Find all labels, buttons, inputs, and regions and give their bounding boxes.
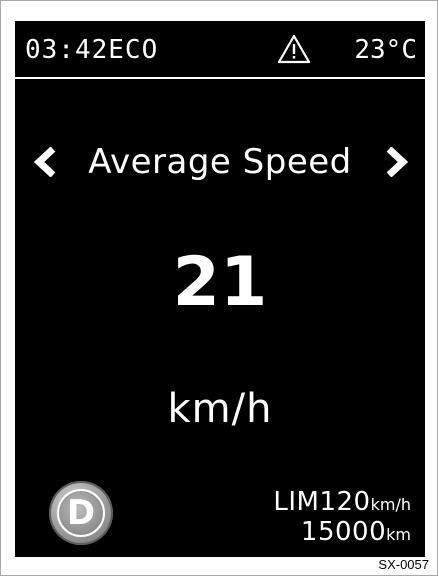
limit-value: 120 (319, 487, 371, 517)
average-speed-value: 21 (172, 243, 268, 322)
limit-label: LIM (273, 487, 320, 517)
screen-title: Average Speed (88, 142, 352, 182)
screen-navigation: Average Speed (15, 139, 425, 189)
figure-frame: 03:42ECO 23°C Average Speed 21 km/h D LI… (0, 0, 438, 576)
drive-mode: ECO (108, 35, 159, 65)
odometer-value: 15000 (300, 517, 387, 547)
odometer-readout: 15000km (211, 517, 411, 550)
display-screen: 03:42ECO 23°C Average Speed 21 km/h D LI… (15, 21, 425, 557)
limit-unit: km/h (370, 495, 411, 514)
status-bar: 03:42ECO 23°C (15, 21, 425, 79)
clock-time: 03:42 (25, 35, 109, 65)
temperature-readout: 23°C (354, 35, 417, 65)
status-time-mode: 03:42ECO (25, 35, 158, 65)
chevron-right-icon[interactable] (383, 147, 409, 177)
speed-unit: km/h (167, 386, 273, 432)
figure-reference-code: SX-0057 (376, 557, 431, 573)
odometer-unit: km (386, 525, 411, 544)
gear-indicator: D (49, 481, 113, 545)
warning-triangle-icon (277, 34, 311, 64)
gear-letter: D (66, 493, 96, 533)
speed-limit-readout: LIM120km/h (211, 487, 411, 520)
